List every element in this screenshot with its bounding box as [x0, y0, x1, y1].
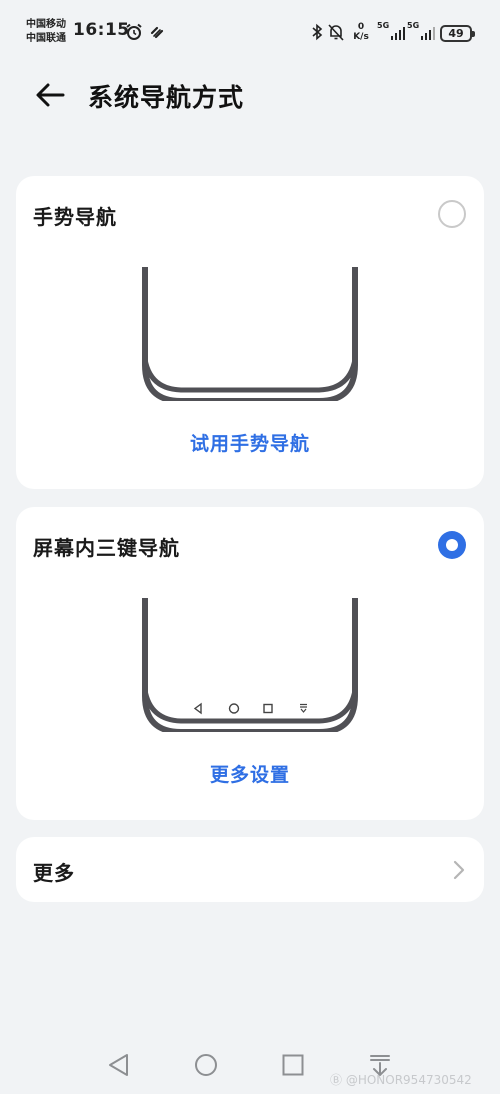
- signal-bars-icon: [420, 27, 435, 40]
- navigation-settings-screen: 中国移动 中国联通 16:15 0 K/s 5G 5G 49 系统导航方式 手势…: [0, 0, 500, 1094]
- three-key-phone-illustration: [142, 598, 358, 732]
- back-button[interactable]: [30, 76, 70, 116]
- three-key-navigation-card[interactable]: 屏幕内三键导航 更多设置: [16, 507, 484, 820]
- chevron-right-icon: [453, 860, 465, 880]
- carrier-labels: 中国移动 中国联通: [26, 18, 72, 46]
- gesture-navigation-card[interactable]: 手势导航 试用手势导航: [16, 176, 484, 489]
- speed-value: 0: [357, 22, 365, 32]
- mini-notification-icon: [300, 703, 307, 713]
- signal-sim2: 5G: [407, 21, 435, 41]
- mini-home-icon: [228, 703, 240, 714]
- speed-unit: K/s: [353, 32, 369, 42]
- try-gesture-navigation-link[interactable]: 试用手势导航: [16, 429, 484, 456]
- square-recent-icon[interactable]: [280, 1052, 306, 1078]
- circle-home-icon[interactable]: [193, 1052, 219, 1078]
- sim2-label: 5G: [407, 21, 420, 30]
- link-icon: [150, 26, 164, 39]
- signal-sim1: 5G: [377, 21, 405, 41]
- watermark-text: Ⓑ @HONOR954730542: [330, 1073, 472, 1087]
- gesture-phone-illustration: [142, 267, 358, 401]
- sim1-label: 5G: [377, 21, 390, 30]
- carrier-1: 中国移动: [26, 19, 66, 30]
- alarm-clock-icon: [126, 23, 142, 40]
- mini-back-icon: [193, 702, 202, 715]
- more-row[interactable]: 更多: [16, 837, 484, 902]
- status-bar: 中国移动 中国联通 16:15 0 K/s 5G 5G 49: [0, 0, 500, 64]
- battery-indicator: 49: [440, 25, 475, 42]
- more-settings-link[interactable]: 更多设置: [16, 760, 484, 787]
- triangle-back-icon[interactable]: [106, 1052, 132, 1078]
- carrier-2: 中国联通: [26, 33, 66, 44]
- bell-off-icon: [328, 24, 344, 41]
- three-key-navigation-radio[interactable]: [438, 531, 466, 559]
- mini-recent-icon: [263, 703, 273, 714]
- status-time: 16:15: [73, 20, 130, 40]
- gesture-navigation-title: 手势导航: [33, 205, 117, 229]
- more-label: 更多: [33, 861, 75, 885]
- page-title: 系统导航方式: [88, 83, 245, 112]
- signal-bars-icon: [390, 27, 405, 40]
- three-key-navigation-title: 屏幕内三键导航: [33, 536, 180, 560]
- network-speed: 0 K/s: [349, 22, 373, 42]
- gesture-navigation-radio[interactable]: [438, 200, 466, 228]
- bluetooth-icon: [312, 23, 323, 41]
